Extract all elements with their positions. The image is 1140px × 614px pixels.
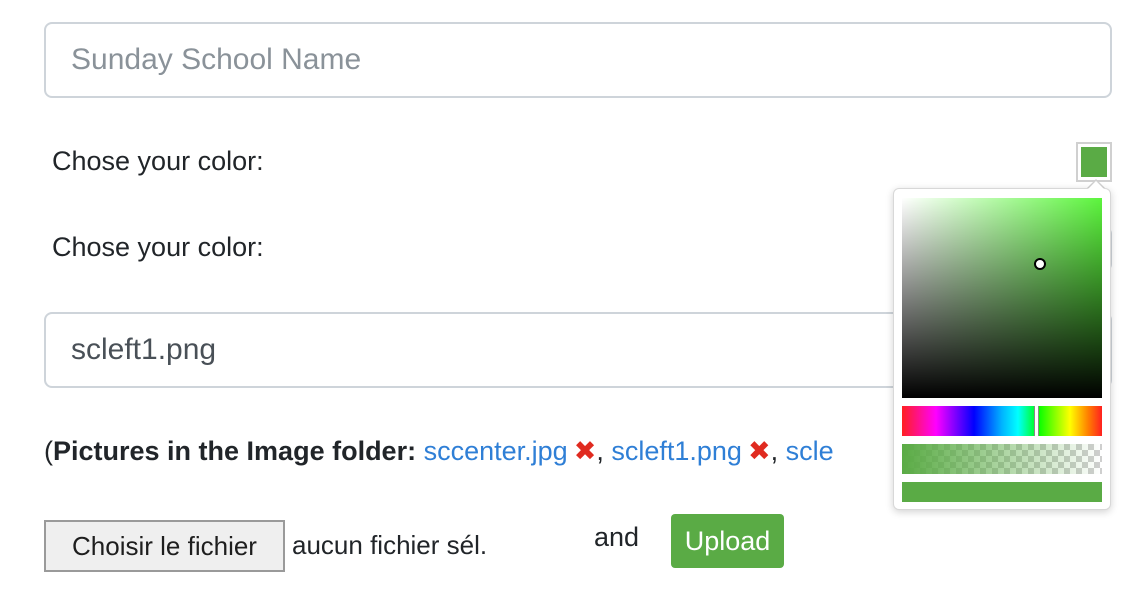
upload-button[interactable]: Upload <box>671 514 784 568</box>
name-input-placeholder: Sunday School Name <box>71 43 362 76</box>
file-status-text: aucun fichier sél. <box>292 530 488 560</box>
pictures-label: Pictures in the Image folder: <box>53 436 417 466</box>
picker-arrow-inner <box>1087 181 1105 190</box>
color-swatch-fill <box>1081 147 1107 177</box>
pictures-list: (Pictures in the Image folder: sccenter.… <box>44 436 904 467</box>
file-name-value: scleft1.png <box>71 333 217 366</box>
color-picker-popup <box>893 188 1111 510</box>
hue-slider[interactable] <box>902 406 1102 436</box>
color-label-secondary: Chose your color: <box>52 232 264 262</box>
delete-icon[interactable]: ✖ <box>748 436 771 466</box>
list-separator: , <box>596 436 604 466</box>
color-preview <box>902 482 1102 502</box>
saturation-cursor[interactable] <box>1034 258 1046 270</box>
choose-file-button[interactable]: Choisir le fichier <box>44 520 285 572</box>
delete-icon[interactable]: ✖ <box>574 436 597 466</box>
saturation-area[interactable] <box>902 198 1102 398</box>
picture-link-scleft1[interactable]: scleft1.png <box>611 436 742 466</box>
color-swatch-button[interactable] <box>1076 142 1112 182</box>
open-paren: ( <box>44 436 53 466</box>
alpha-slider[interactable] <box>902 444 1102 474</box>
hue-slider-handle[interactable] <box>1034 406 1039 436</box>
list-separator: , <box>770 436 779 466</box>
sunday-school-name-input[interactable]: Sunday School Name <box>44 22 1112 98</box>
picture-link-sccenter[interactable]: sccenter.jpg <box>424 436 568 466</box>
color-label-primary: Chose your color: <box>52 146 264 176</box>
and-text: and <box>594 522 640 552</box>
picture-link-truncated[interactable]: scle <box>786 436 834 466</box>
